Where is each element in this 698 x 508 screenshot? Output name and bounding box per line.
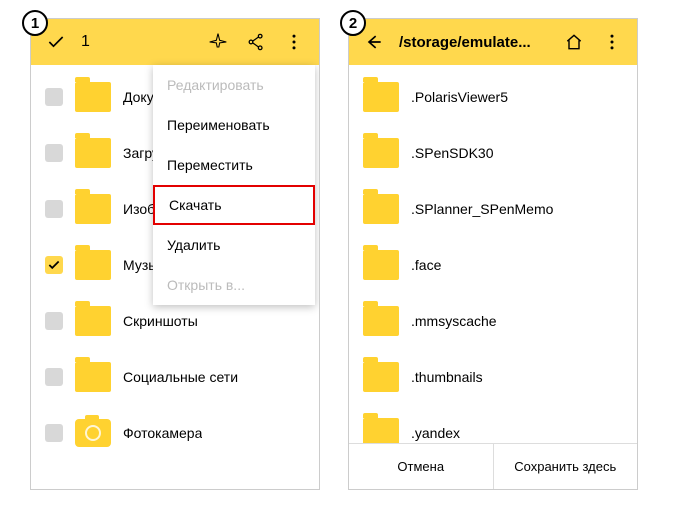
file-name: .mmsyscache [411, 313, 497, 329]
file-name: .SPenSDK30 [411, 145, 494, 161]
screen-selection: 1 ДокументыЗагрузкиИзображенияМузыкаСкри… [30, 18, 320, 490]
topbar-selection: 1 [31, 19, 319, 65]
screen-save-location: /storage/emulate... .PolarisViewer5 .SPen… [348, 18, 638, 490]
file-name: .yandex [411, 425, 460, 441]
file-row[interactable]: .SPenSDK30 [349, 125, 637, 181]
checkbox[interactable] [45, 144, 63, 162]
folder-icon [363, 82, 399, 112]
checkbox[interactable] [45, 88, 63, 106]
file-row[interactable]: Фотокамера [31, 405, 319, 461]
menu-rename[interactable]: Переименовать [153, 105, 315, 145]
folder-icon [75, 138, 111, 168]
folder-icon [75, 250, 111, 280]
menu-move[interactable]: Переместить [153, 145, 315, 185]
file-row[interactable]: .mmsyscache [349, 293, 637, 349]
folder-icon [363, 418, 399, 443]
file-row[interactable]: Социальные сети [31, 349, 319, 405]
file-row[interactable]: .thumbnails [349, 349, 637, 405]
folder-icon [363, 194, 399, 224]
folder-icon [75, 306, 111, 336]
home-icon[interactable] [557, 25, 591, 59]
save-here-button[interactable]: Сохранить здесь [494, 444, 638, 489]
file-name: .SPlanner_SPenMemo [411, 201, 553, 217]
checkbox[interactable] [45, 424, 63, 442]
more-icon[interactable] [595, 25, 629, 59]
file-name: Скриншоты [123, 313, 198, 329]
folder-icon [363, 306, 399, 336]
file-list: .PolarisViewer5 .SPenSDK30 .SPlanner_SPenM… [349, 65, 637, 443]
plane-icon[interactable] [201, 25, 235, 59]
checkbox[interactable] [45, 312, 63, 330]
file-name: .thumbnails [411, 369, 483, 385]
folder-icon [363, 138, 399, 168]
menu-open-in: Открыть в... [153, 265, 315, 305]
file-name: Фотокамера [123, 425, 202, 441]
step-badge-1: 1 [22, 10, 48, 36]
menu-edit: Редактировать [153, 65, 315, 105]
file-row[interactable]: .yandex [349, 405, 637, 443]
step-badge-2: 2 [340, 10, 366, 36]
file-row[interactable]: .face [349, 237, 637, 293]
context-menu: Редактировать Переименовать Переместить … [153, 65, 315, 305]
camera-icon [75, 419, 111, 447]
more-icon[interactable] [277, 25, 311, 59]
folder-icon [75, 362, 111, 392]
checkbox[interactable] [45, 256, 63, 274]
share-icon[interactable] [239, 25, 273, 59]
folder-icon [363, 250, 399, 280]
bottom-bar: Отмена Сохранить здесь [349, 443, 637, 489]
file-name: .face [411, 257, 441, 273]
folder-icon [363, 362, 399, 392]
checkbox[interactable] [45, 368, 63, 386]
file-row[interactable]: .PolarisViewer5 [349, 69, 637, 125]
cancel-button[interactable]: Отмена [349, 444, 494, 489]
file-row[interactable]: .SPlanner_SPenMemo [349, 181, 637, 237]
selection-count: 1 [81, 33, 90, 51]
menu-delete[interactable]: Удалить [153, 225, 315, 265]
file-name: Социальные сети [123, 369, 238, 385]
menu-download[interactable]: Скачать [153, 185, 315, 225]
folder-icon [75, 82, 111, 112]
checkbox[interactable] [45, 200, 63, 218]
folder-icon [75, 194, 111, 224]
path-text: /storage/emulate... [399, 34, 549, 51]
topbar-path: /storage/emulate... [349, 19, 637, 65]
file-name: .PolarisViewer5 [411, 89, 508, 105]
